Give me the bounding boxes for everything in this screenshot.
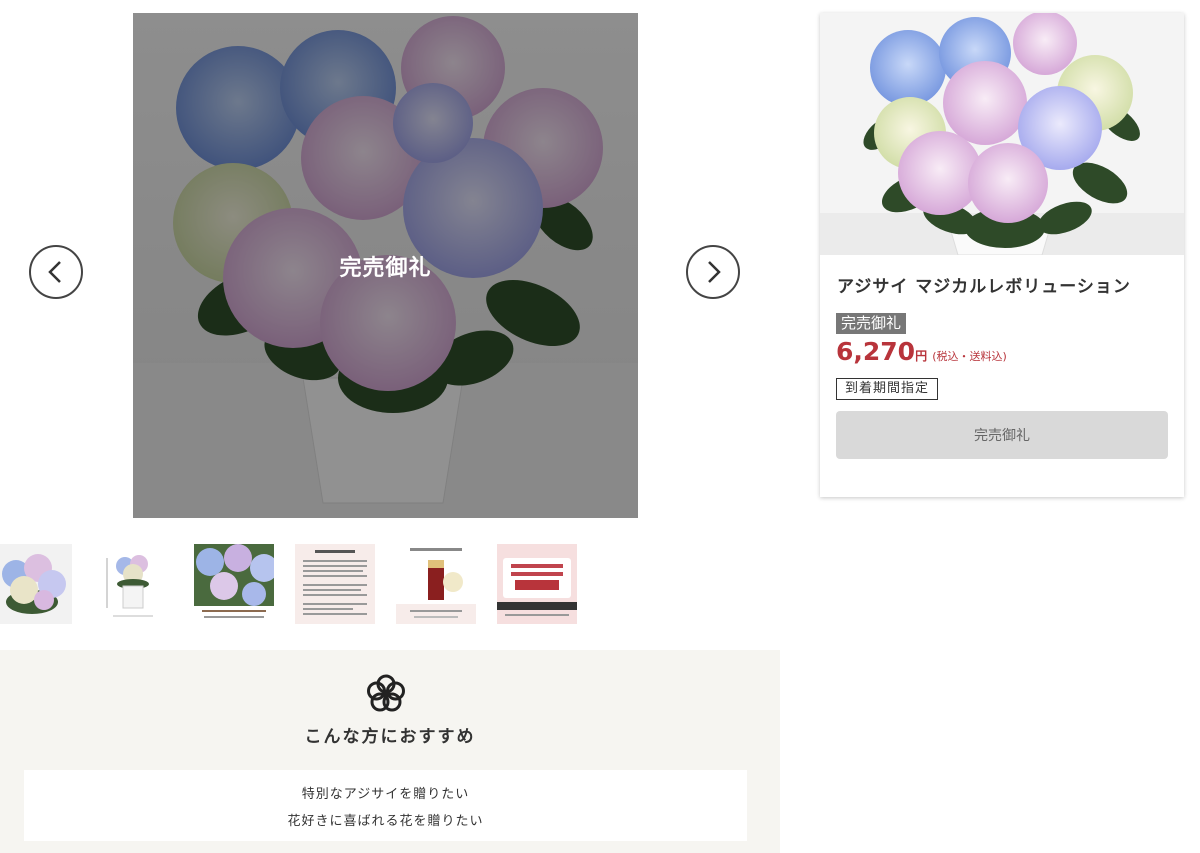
recommend-item: 特別なアジサイを贈りたい	[301, 787, 470, 802]
size-guide-thumbnail	[93, 544, 173, 624]
product-card: アジサイ マジカルレボリューション 完売御礼 6,270円 (税込・送料込) 到…	[820, 13, 1184, 497]
recommend-section: こんな方におすすめ 特別なアジサイを贈りたい 花好きに喜ばれる花を贈りたい	[0, 650, 780, 853]
closeup-thumbnail	[194, 544, 274, 624]
soldout-overlay: 完売御礼	[133, 13, 638, 518]
thumbnail-1[interactable]	[0, 544, 72, 624]
thumbnail-6[interactable]	[497, 544, 577, 624]
main-product-image: 完売御礼	[133, 13, 638, 518]
price-note: (税込・送料込)	[932, 350, 1007, 363]
thumbnail-4[interactable]	[295, 544, 375, 624]
recommend-title: こんな方におすすめ	[304, 727, 476, 747]
thumbnail-5[interactable]	[396, 544, 476, 624]
price: 6,270円 (税込・送料込)	[836, 337, 1007, 366]
product-name: アジサイ マジカルレボリューション	[837, 277, 1131, 297]
delivery-date-tag: 到着期間指定	[836, 378, 939, 400]
campaign-thumbnail	[497, 544, 577, 624]
care-guide-thumbnail	[295, 544, 375, 624]
soldout-overlay-text: 完売御礼	[339, 255, 432, 281]
prev-image-button[interactable]	[29, 245, 83, 299]
product-card-image	[820, 13, 1184, 255]
gift-box-thumbnail	[396, 544, 476, 624]
hydrangea-card-photo	[820, 13, 1184, 255]
hydrangea-thumbnail	[0, 544, 72, 624]
flower-icon	[367, 674, 405, 712]
thumbnail-3[interactable]	[194, 544, 274, 624]
soldout-badge: 完売御礼	[836, 313, 907, 334]
price-unit: 円	[915, 349, 928, 363]
recommend-list: 特別なアジサイを贈りたい 花好きに喜ばれる花を贈りたい	[24, 770, 747, 841]
thumbnail-2[interactable]	[93, 544, 173, 624]
soldout-button[interactable]: 完売御礼	[836, 411, 1168, 459]
chevron-right-icon	[708, 261, 721, 283]
next-image-button[interactable]	[686, 245, 740, 299]
recommend-item: 花好きに喜ばれる花を贈りたい	[287, 814, 484, 829]
price-value: 6,270	[836, 337, 916, 366]
chevron-left-icon	[48, 261, 61, 283]
